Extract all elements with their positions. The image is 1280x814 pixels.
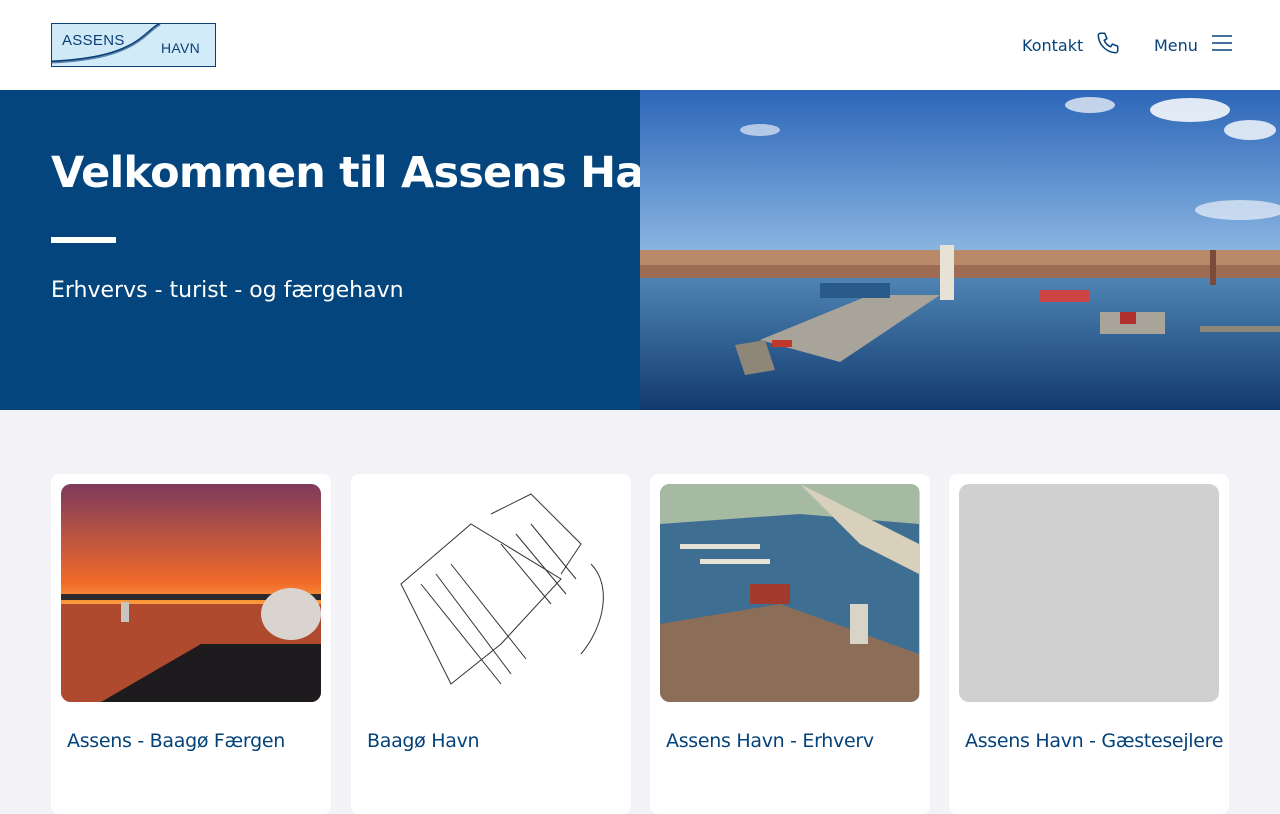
card-baago-havn[interactable]: Baagø Havn (351, 474, 631, 814)
card-title: Baagø Havn (367, 730, 480, 752)
harbour-plan-drawing (361, 484, 621, 702)
card-assens-havn-gaestesejlere[interactable]: Assens Havn - Gæstesejlere (949, 474, 1229, 814)
card-grid: Assens - Baagø Færgen Baagø Havn Assens … (51, 474, 1229, 814)
card-assens-havn-erhverv[interactable]: Assens Havn - Erhverv (650, 474, 930, 814)
kontakt-link[interactable]: Kontakt (1022, 30, 1121, 60)
title-divider (51, 237, 116, 243)
hero-subtitle: Erhvervs - turist - og færgehavn (51, 278, 404, 303)
hero-section: Velkommen til Assens Havn Erhvervs - tur… (0, 90, 1280, 410)
harbour-aerial-thumbnail (660, 484, 920, 702)
menu-button[interactable]: Menu (1154, 30, 1234, 60)
logo-word-assens: ASSENS (62, 32, 125, 49)
image-placeholder (959, 484, 1219, 702)
phone-icon (1095, 30, 1121, 60)
card-title: Assens - Baagø Færgen (67, 730, 285, 752)
harbour-aerial-image (640, 90, 1280, 410)
hamburger-menu-icon (1210, 33, 1234, 57)
site-header: ASSENS HAVN Kontakt Menu (0, 0, 1280, 90)
card-assens-baago-faergen[interactable]: Assens - Baagø Færgen (51, 474, 331, 814)
hero-text-panel: Velkommen til Assens Havn Erhvervs - tur… (0, 90, 701, 410)
kontakt-label: Kontakt (1022, 35, 1084, 55)
card-title: Assens Havn - Erhverv (666, 730, 874, 752)
sunset-ferry-image (61, 484, 321, 702)
menu-label: Menu (1154, 35, 1198, 55)
assens-havn-logo[interactable]: ASSENS HAVN (51, 23, 216, 67)
logo-word-havn: HAVN (161, 40, 201, 56)
card-title: Assens Havn - Gæstesejlere (965, 730, 1224, 752)
page-title: Velkommen til Assens Havn (51, 148, 701, 198)
